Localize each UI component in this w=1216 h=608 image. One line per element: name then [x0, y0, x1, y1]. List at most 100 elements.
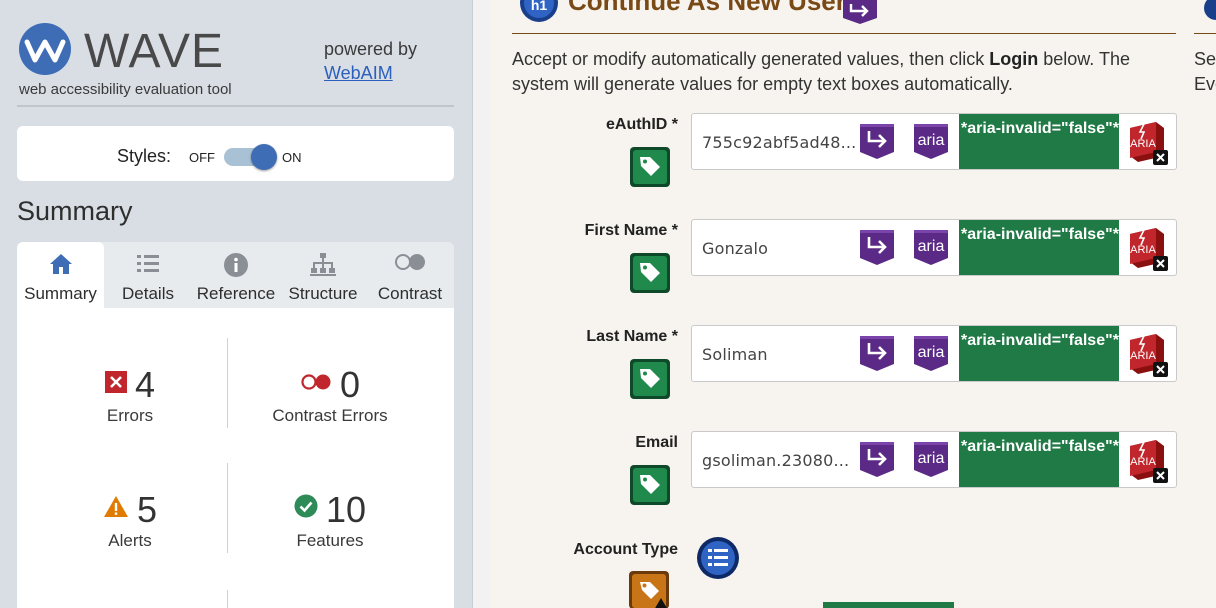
- tab-label: Reference: [196, 284, 276, 303]
- form-label-feature-icon[interactable]: [629, 252, 671, 294]
- wave-tagline: web accessibility evaluation tool: [19, 81, 232, 98]
- page-content: h1 Continue As New User Accept or modify…: [490, 0, 1216, 608]
- aria-error-icon[interactable]: ARIA: [1126, 120, 1168, 166]
- aria-attribute-note: *aria-invalid="false"*: [959, 220, 1119, 275]
- aria-error-text: ARIA: [1130, 138, 1156, 150]
- partial-icon: [1204, 0, 1216, 20]
- sidebar-resize-divider[interactable]: [472, 0, 491, 608]
- header-divider: [17, 105, 454, 107]
- alert-icon: [103, 496, 128, 517]
- error-icon: [104, 371, 127, 393]
- aria-icon[interactable]: aria: [911, 333, 951, 373]
- aria-error-icon[interactable]: ARIA: [1126, 332, 1168, 378]
- aria-attribute-note: *aria-invalid="false"*: [959, 114, 1119, 169]
- aria-error-icon[interactable]: ARIA: [1126, 438, 1168, 484]
- aria-icon[interactable]: aria: [911, 227, 951, 267]
- list-icon: [137, 255, 159, 272]
- svg-text:h1: h1: [531, 0, 548, 13]
- input-value: Soliman: [702, 345, 768, 364]
- tab-label: Structure: [288, 284, 358, 303]
- alerts-label: Alerts: [108, 531, 152, 550]
- text-input[interactable]: 755c92abf5ad48... aria *aria-invalid="fa…: [691, 113, 1177, 170]
- intro-text: Accept or modify automatically generated…: [512, 49, 1130, 94]
- errors-stat[interactable]: 4 Errors: [30, 364, 230, 426]
- powered-by-label: powered by: [324, 39, 418, 59]
- tab-label: Contrast: [377, 284, 443, 303]
- tab-order-icon[interactable]: [857, 227, 897, 267]
- page-heading: Continue As New User: [568, 0, 846, 16]
- wave-logo-icon: [19, 23, 71, 75]
- input-value: Gonzalo: [702, 239, 769, 258]
- alerts-stat[interactable]: 5 Alerts: [30, 489, 230, 551]
- contrast-errors-count: 0: [339, 364, 361, 405]
- tab-contrast[interactable]: Contrast: [366, 242, 454, 308]
- field-label: Email: [635, 434, 678, 451]
- tab-summary[interactable]: Summary: [17, 242, 104, 308]
- styles-on-label: ON: [282, 150, 302, 165]
- heading-rule: [512, 33, 1176, 34]
- aria-error-text: ARIA: [1130, 244, 1156, 256]
- heading-level-icon[interactable]: h1: [518, 0, 560, 24]
- select-list-icon[interactable]: [696, 536, 740, 580]
- field-label: eAuthID *: [606, 116, 678, 133]
- aria-attribute-note: *aria-invalid="false"*: [959, 326, 1119, 381]
- summary-panel: 4 Errors 0 Contrast Errors 5 Alerts 10 F…: [17, 308, 454, 608]
- contrast-errors-label: Contrast Errors: [272, 406, 388, 425]
- heading-rule: [1194, 33, 1216, 34]
- errors-count: 4: [134, 364, 156, 405]
- tab-label: Details: [122, 284, 174, 303]
- text-input[interactable]: Soliman aria *aria-invalid="false"* ARIA: [691, 325, 1177, 382]
- webaim-link[interactable]: WebAIM: [324, 63, 393, 84]
- aria-icon-text: aria: [918, 238, 945, 255]
- aria-error-text: ARIA: [1130, 350, 1156, 362]
- structure-arrow-icon[interactable]: [839, 0, 881, 24]
- errors-label: Errors: [106, 406, 154, 425]
- tab-order-icon[interactable]: [857, 439, 897, 479]
- tab-structure[interactable]: Structure: [280, 242, 366, 308]
- login-button-partial[interactable]: [823, 602, 954, 608]
- toggle-knob: [251, 144, 277, 170]
- aria-attribute-note: *aria-invalid="false"*: [959, 432, 1119, 487]
- field-label: Last Name *: [586, 328, 678, 345]
- features-label: Features: [296, 531, 364, 550]
- aria-icon[interactable]: aria: [911, 121, 951, 161]
- home-icon: [49, 254, 72, 274]
- aria-icon-text: aria: [918, 344, 945, 361]
- input-value: gsoliman.23080...: [702, 451, 850, 470]
- aria-icon[interactable]: aria: [911, 439, 951, 479]
- contrast-icon: [395, 254, 425, 270]
- tab-label: Summary: [24, 284, 97, 303]
- styles-toggle[interactable]: [224, 144, 277, 170]
- aria-icon-text: aria: [918, 132, 945, 149]
- styles-toggle-card: Styles: OFF ON: [17, 126, 454, 181]
- text-input[interactable]: gsoliman.23080... aria *aria-invalid="fa…: [691, 431, 1177, 488]
- contrast-error-icon: [301, 374, 331, 390]
- form-label-feature-icon[interactable]: [629, 464, 671, 506]
- summary-title: Summary: [17, 196, 133, 226]
- tab-reference[interactable]: Reference: [192, 242, 280, 308]
- tab-order-icon[interactable]: [857, 333, 897, 373]
- styles-label: Styles:: [117, 146, 172, 166]
- text-input[interactable]: Gonzalo aria *aria-invalid="false"* ARIA: [691, 219, 1177, 276]
- tab-order-icon[interactable]: [857, 121, 897, 161]
- features-stat[interactable]: 10 Features: [230, 489, 430, 551]
- summary-tabs: Summary Details Reference Structure Cont…: [17, 242, 454, 308]
- aria-icon-text: aria: [918, 450, 945, 467]
- input-value: 755c92abf5ad48...: [702, 133, 857, 152]
- field-label: First Name *: [584, 222, 678, 239]
- aria-error-icon[interactable]: ARIA: [1126, 226, 1168, 272]
- stat-divider: [227, 590, 228, 608]
- contrast-errors-stat[interactable]: 0 Contrast Errors: [230, 364, 430, 426]
- alerts-count: 5: [136, 489, 158, 530]
- styles-off-label: OFF: [189, 150, 215, 165]
- clipped-column-text: SelEve: [1194, 49, 1216, 94]
- info-icon: [224, 253, 248, 277]
- structure-icon: [310, 253, 336, 276]
- aria-error-text: ARIA: [1130, 456, 1156, 468]
- form-label-feature-icon[interactable]: [629, 146, 671, 188]
- form-label-feature-icon[interactable]: [629, 358, 671, 400]
- wave-sidebar: WAVE web accessibility evaluation tool p…: [0, 0, 472, 608]
- tab-details[interactable]: Details: [104, 242, 192, 308]
- label-alert-icon[interactable]: [628, 570, 672, 608]
- feature-icon: [294, 494, 318, 518]
